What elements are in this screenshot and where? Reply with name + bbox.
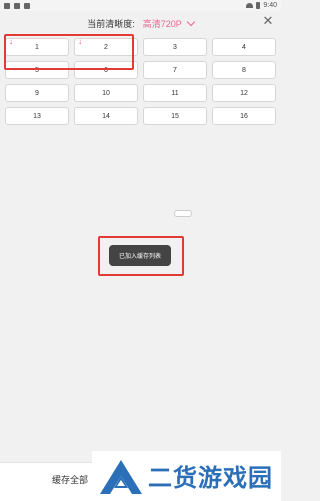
quality-label: 当前清晰度: [87, 18, 135, 29]
episode-button[interactable]: 14 [74, 107, 138, 125]
quality-value: 高清720P [142, 18, 182, 29]
episode-label: 11 [171, 89, 179, 97]
status-bar: 9:40 [0, 0, 281, 11]
episode-label: 15 [171, 112, 179, 120]
episode-label: 14 [102, 112, 110, 120]
episode-button[interactable]: 13 [5, 107, 69, 125]
episode-label: 16 [240, 112, 248, 120]
close-icon[interactable]: ✕ [261, 14, 275, 28]
episode-button[interactable]: 10 [74, 84, 138, 102]
cache-all-button[interactable]: 缓存全部 [52, 473, 88, 486]
highlight-box-episodes [4, 34, 134, 70]
episode-button[interactable]: 7 [143, 61, 207, 79]
watermark-text: 二货游戏园 [148, 464, 273, 492]
episode-button[interactable]: 11 [143, 84, 207, 102]
episode-label: 3 [173, 43, 177, 51]
watermark: 二货游戏园 [92, 451, 281, 500]
episode-button[interactable]: 16 [212, 107, 276, 125]
quality-header: 当前清晰度: 高清720P [0, 14, 281, 32]
quality-selector[interactable]: 高清720P [142, 17, 196, 30]
episode-label: 12 [240, 89, 248, 97]
episode-label: 7 [173, 66, 177, 74]
episode-button[interactable]: 12 [212, 84, 276, 102]
notification-icon [14, 2, 20, 9]
episode-button[interactable]: 4 [212, 38, 276, 56]
episode-button[interactable]: 15 [143, 107, 207, 125]
scroll-handle[interactable] [174, 210, 192, 217]
episode-label: 9 [35, 89, 39, 97]
notification-icon [4, 2, 10, 9]
watermark-logo-icon [100, 459, 142, 494]
battery-icon [256, 2, 261, 9]
episode-label: 4 [242, 43, 246, 51]
status-time: 9:40 [263, 2, 277, 9]
episode-label: 8 [242, 66, 246, 74]
toast-message: 已加入缓存列表 [109, 245, 171, 266]
episode-button[interactable]: 9 [5, 84, 69, 102]
episode-button[interactable]: 3 [143, 38, 207, 56]
episode-label: 13 [33, 112, 41, 120]
episode-label: 10 [102, 89, 110, 97]
chevron-down-icon [186, 17, 196, 26]
episode-button[interactable]: 8 [212, 61, 276, 79]
notification-icon [24, 2, 30, 9]
wifi-icon [246, 3, 254, 8]
